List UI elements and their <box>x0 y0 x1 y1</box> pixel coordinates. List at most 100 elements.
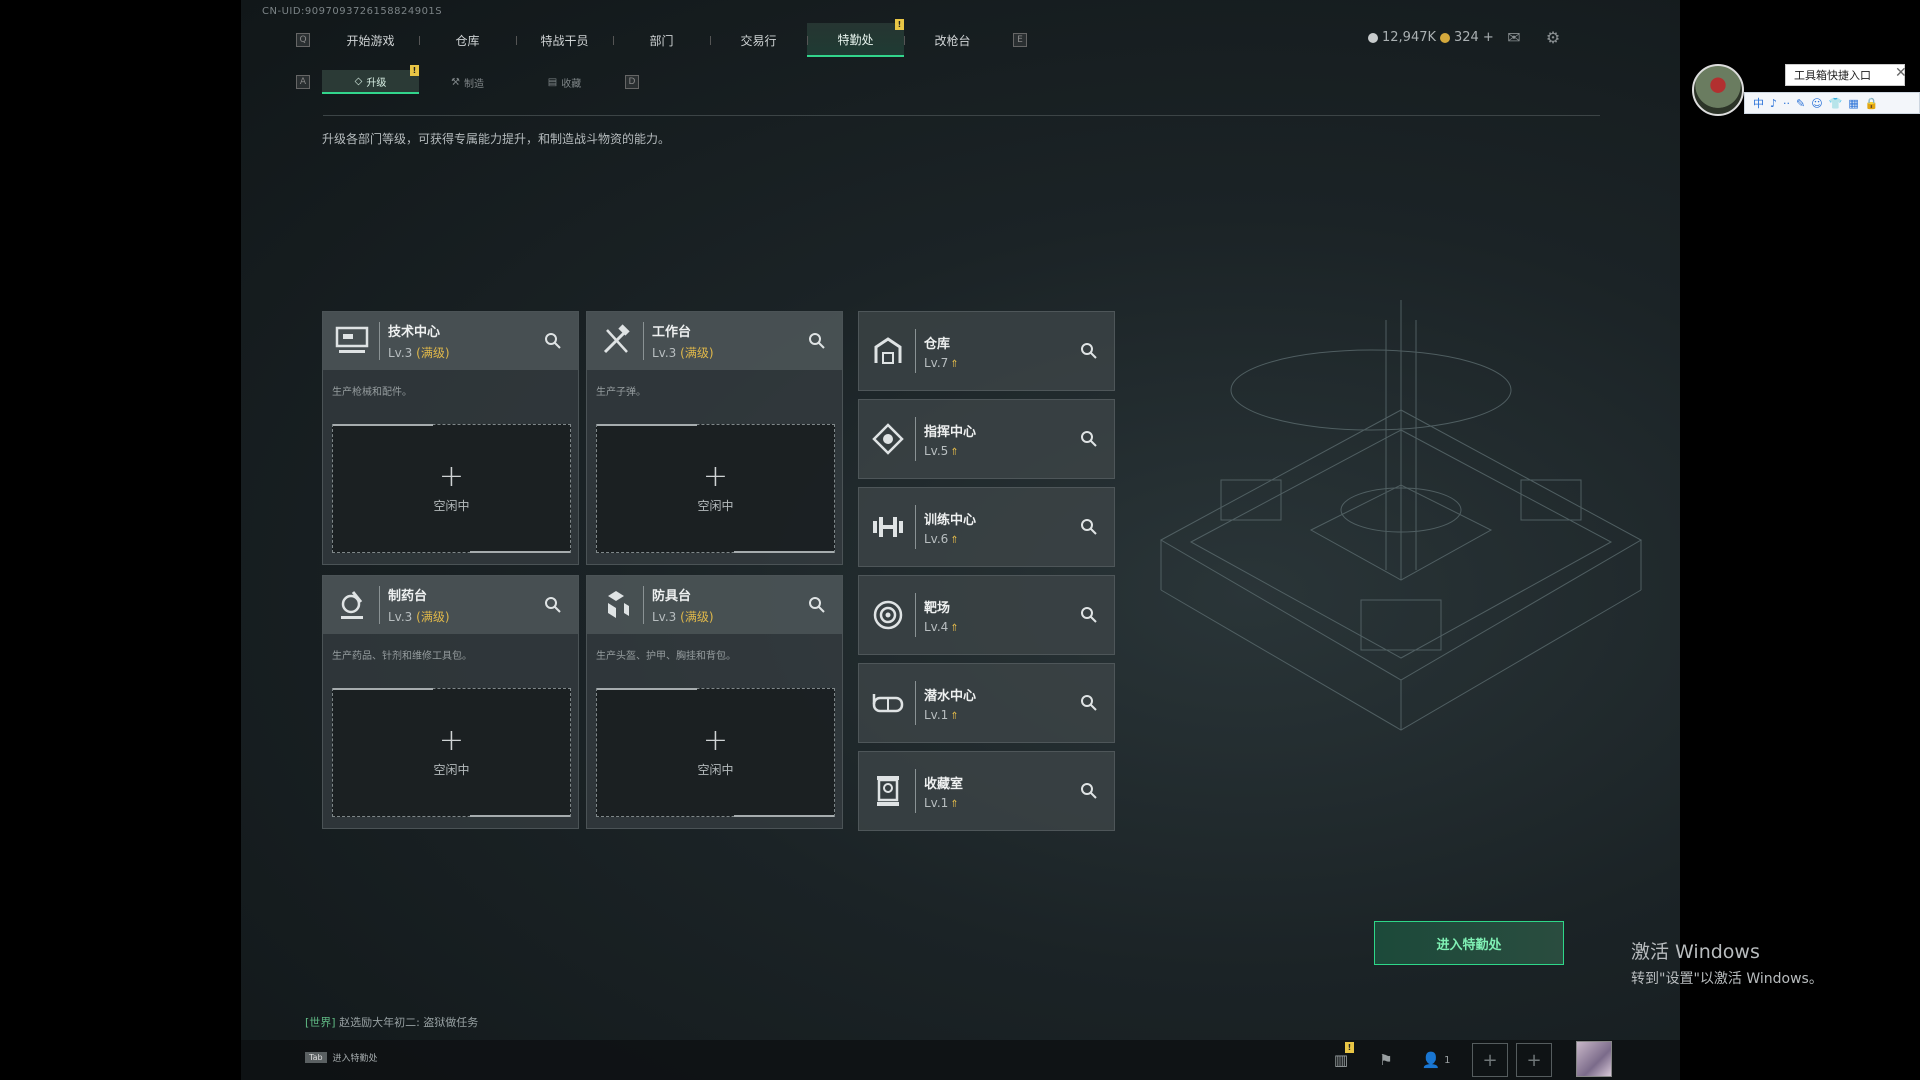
slot-status: 空闲中 <box>697 763 734 777</box>
emoji-icon[interactable]: ☺ <box>1811 97 1822 110</box>
craft-icon: ⚒ <box>451 76 460 88</box>
subnav-next-key[interactable]: D <box>625 75 639 89</box>
avatar[interactable] <box>1692 64 1744 116</box>
search-icon[interactable] <box>1079 429 1099 449</box>
lock-icon[interactable]: 🔒 <box>1865 97 1879 110</box>
mail-icon[interactable]: ✉ <box>1504 28 1524 47</box>
department-name: 潜水中心 <box>924 688 977 704</box>
production-slot[interactable]: + 空闲中 <box>332 688 571 817</box>
tab-operators[interactable]: 特战干员 <box>516 23 613 57</box>
search-icon[interactable] <box>1079 517 1099 537</box>
computer-icon <box>331 320 373 362</box>
bottom-bar <box>241 1040 1680 1080</box>
tab-start-game[interactable]: 开始游戏 <box>322 23 419 57</box>
slot-status: 空闲中 <box>433 499 470 513</box>
production-slot[interactable]: + 空闲中 <box>332 424 571 553</box>
flag-icon[interactable]: ⚑ <box>1371 1048 1401 1072</box>
tab-special-ops[interactable]: 特勤处 ! <box>807 19 904 57</box>
search-icon[interactable] <box>543 331 563 351</box>
tab-department[interactable]: 部门 <box>613 23 710 57</box>
add-party-slot[interactable]: + <box>1472 1043 1508 1077</box>
page-description: 升级各部门等级，可获得专属能力提升，和制造战斗物资的能力。 <box>322 132 671 146</box>
department-warehouse[interactable]: 仓库 Lv.7 ⇑ <box>858 311 1115 391</box>
stats-icon[interactable]: ▥! <box>1326 1042 1356 1072</box>
gear-icon[interactable]: ⚙ <box>1543 28 1563 47</box>
slot-corner <box>734 815 834 817</box>
ime-mode-button[interactable]: 中 <box>1753 95 1764 111</box>
enter-special-ops-button[interactable]: 进入特勤处 <box>1374 921 1564 965</box>
tab-hint[interactable]: Tab 进入特勤处 <box>305 1051 378 1064</box>
add-party-slot[interactable]: + <box>1516 1043 1552 1077</box>
friends-count: 1 <box>1444 1054 1451 1066</box>
tab-key: Tab <box>305 1052 327 1063</box>
punctuation-icon[interactable]: ·· <box>1783 97 1790 110</box>
toolbox-tooltip: 工具箱快捷入口 <box>1785 64 1905 86</box>
department-level: Lv.4 ⇑ <box>924 619 959 634</box>
skin-icon[interactable]: 👕 <box>1829 97 1843 110</box>
nav-next-key[interactable]: E <box>1013 33 1027 47</box>
tool-icon[interactable]: ✎ <box>1796 97 1805 110</box>
tab-special-ops-label: 特勤处 <box>837 32 874 47</box>
department-training-center[interactable]: 训练中心 Lv.6 ⇑ <box>858 487 1115 567</box>
subtab-collection[interactable]: ▤ 收藏 <box>516 70 613 94</box>
department-shooting-range[interactable]: 靶场 Lv.4 ⇑ <box>858 575 1115 655</box>
department-card-workbench[interactable]: 工作台 Lv.3 (满级) 生产子弹。 + 空闲中 <box>586 311 843 565</box>
tab-gunsmith[interactable]: 改枪台 <box>904 23 1001 57</box>
gold-currency[interactable]: 324 + <box>1440 30 1494 45</box>
card-description: 生产子弹。 <box>596 387 646 398</box>
separator <box>915 681 916 725</box>
department-diving-center[interactable]: 潜水中心 Lv.1 ⇑ <box>858 663 1115 743</box>
department-card-tech-center[interactable]: 技术中心 Lv.3 (满级) 生产枪械和配件。 + 空闲中 <box>322 311 579 565</box>
department-command-center[interactable]: 指挥中心 Lv.5 ⇑ <box>858 399 1115 479</box>
nav-prev-key[interactable]: Q <box>296 33 310 47</box>
warehouse-icon <box>867 330 909 372</box>
friends-button[interactable]: 👤 1 <box>1416 1048 1456 1072</box>
department-card-armor[interactable]: 防具台 Lv.3 (满级) 生产头盔、护甲、胸挂和背包。 + 空闲中 <box>586 575 843 829</box>
toolbox-widget: 工具箱快捷入口 ✕ 中 ♪ ·· ✎ ☺ 👕 ▦ 🔒 <box>1692 64 1920 120</box>
silver-coin-icon <box>1368 32 1378 43</box>
department-name: 仓库 <box>924 336 951 352</box>
alert-badge: ! <box>1345 1042 1354 1053</box>
divider <box>323 115 1600 116</box>
subtab-craft[interactable]: ⚒ 制造 <box>419 70 516 94</box>
moon-icon[interactable]: ♪ <box>1770 97 1777 110</box>
search-icon[interactable] <box>1079 781 1099 801</box>
search-icon[interactable] <box>543 595 563 615</box>
tab-hint-label: 进入特勤处 <box>332 1054 378 1064</box>
search-icon[interactable] <box>1079 605 1099 625</box>
close-icon[interactable]: ✕ <box>1895 65 1907 81</box>
department-collection-room[interactable]: 收藏室 Lv.1 ⇑ <box>858 751 1115 831</box>
subnav-prev-key[interactable]: A <box>296 75 310 89</box>
production-slot[interactable]: + 空闲中 <box>596 688 835 817</box>
subtab-upgrade-label: 升级 <box>366 77 387 89</box>
department-name: 指挥中心 <box>924 424 977 440</box>
tab-warehouse[interactable]: 仓库 <box>419 23 516 57</box>
production-slot[interactable]: + 空闲中 <box>596 424 835 553</box>
subtab-upgrade[interactable]: ◇ 升级 ! <box>322 65 419 94</box>
card-level: Lv.3 (满级) <box>652 610 714 624</box>
sub-nav: A ◇ 升级 ! ⚒ 制造 ▤ 收藏 D <box>296 65 639 94</box>
target-icon <box>867 594 909 636</box>
tab-trading[interactable]: 交易行 <box>710 23 807 57</box>
slot-corner <box>597 688 697 690</box>
search-icon[interactable] <box>807 331 827 351</box>
trophy-icon <box>867 770 909 812</box>
search-icon[interactable] <box>1079 693 1099 713</box>
grid-icon[interactable]: ▦ <box>1848 97 1858 110</box>
department-level: Lv.6 ⇑ <box>924 531 959 546</box>
separator <box>379 586 380 624</box>
search-icon[interactable] <box>1079 341 1099 361</box>
gold-add-button[interactable]: + <box>1483 30 1494 45</box>
gold-amount: 324 <box>1454 30 1479 45</box>
card-title: 防具台 <box>652 589 692 604</box>
chat-line[interactable]: [世界] 赵选励大年初二: 盗狱做任务 <box>305 1014 478 1030</box>
department-card-pharmacy[interactable]: 制药台 Lv.3 (满级) 生产药品、针剂和维修工具包。 + 空闲中 <box>322 575 579 829</box>
alert-badge: ! <box>895 19 904 30</box>
card-header: 防具台 Lv.3 (满级) <box>587 576 842 634</box>
search-icon[interactable] <box>807 595 827 615</box>
add-icon: + <box>438 459 465 494</box>
department-level: Lv.1 ⇑ <box>924 707 959 722</box>
slot-corner <box>470 551 570 553</box>
avatar[interactable] <box>1576 1041 1612 1077</box>
game-window: CN-UID:9097093726158824901S Q 开始游戏 仓库 特战… <box>241 0 1680 1080</box>
